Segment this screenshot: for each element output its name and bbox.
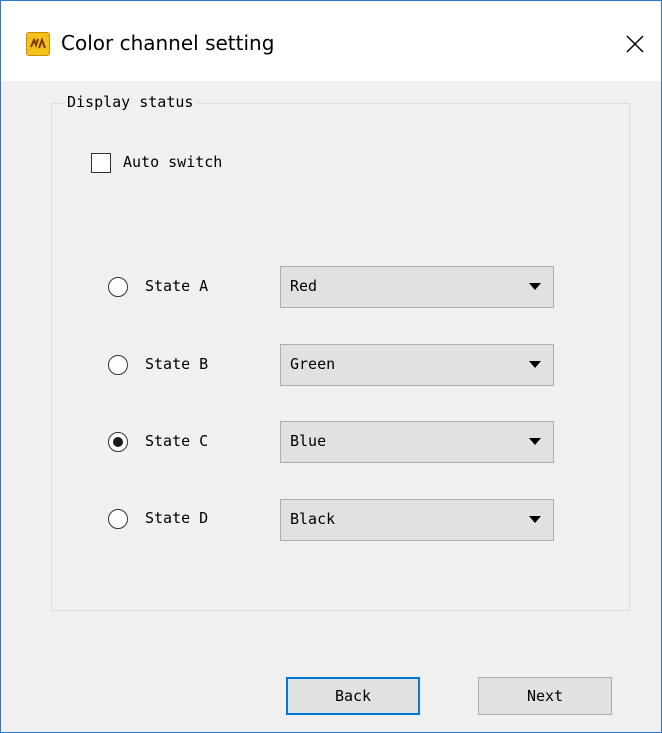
dialog-client-area: Display status Auto switch State A Red S… [1,81,661,732]
state-c-label[interactable]: State C [145,432,208,450]
state-a-radio[interactable] [108,277,128,297]
state-c-color-value: Blue [290,432,327,450]
state-c-radio[interactable] [108,432,128,452]
state-d-radio[interactable] [108,509,128,529]
app-logo-icon [26,32,50,56]
back-button[interactable]: Back [286,677,420,715]
dropdown-arrow-icon [529,438,541,445]
radio-dot [113,437,123,447]
state-d-label[interactable]: State D [145,509,208,527]
next-button[interactable]: Next [478,677,612,715]
state-d-color-select[interactable]: Black [280,499,554,541]
group-label: Display status [64,93,198,111]
dropdown-arrow-icon [529,516,541,523]
close-button[interactable] [613,23,657,65]
state-d-color-value: Black [290,510,336,528]
auto-switch-checkbox[interactable] [91,153,111,173]
title-bar: Color channel setting [1,1,661,81]
dropdown-arrow-icon [529,361,541,368]
window-title: Color channel setting [61,31,275,55]
state-b-color-value: Green [290,355,336,373]
state-b-label[interactable]: State B [145,355,208,373]
close-icon [626,35,644,53]
state-a-color-value: Red [290,277,318,295]
dropdown-arrow-icon [529,283,541,290]
state-b-radio[interactable] [108,355,128,375]
auto-switch-label[interactable]: Auto switch [123,153,222,171]
state-a-label[interactable]: State A [145,277,208,295]
dialog-window: Color channel setting Display status Aut… [0,0,662,733]
state-c-color-select[interactable]: Blue [280,421,554,463]
state-b-color-select[interactable]: Green [280,344,554,386]
state-a-color-select[interactable]: Red [280,266,554,308]
